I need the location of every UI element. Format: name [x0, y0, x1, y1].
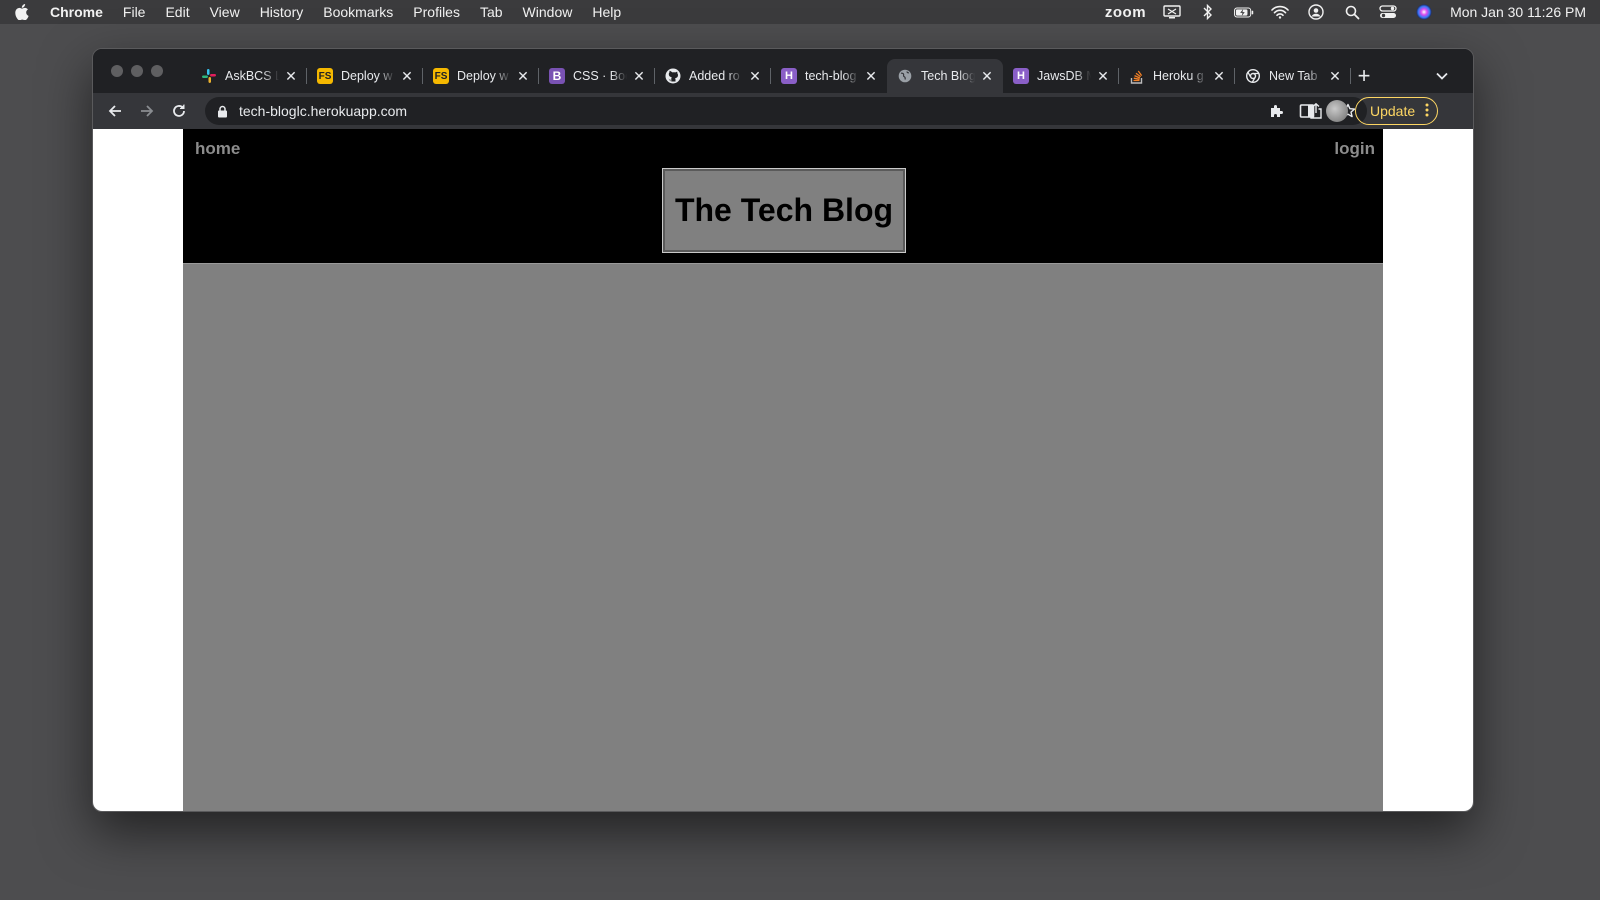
- siri-icon[interactable]: [1414, 4, 1434, 20]
- maximize-window-button[interactable]: [151, 65, 163, 77]
- close-window-button[interactable]: [111, 65, 123, 77]
- tab-askbcs[interactable]: AskBCS L ✕: [191, 59, 307, 93]
- menu-app-chrome[interactable]: Chrome: [50, 4, 103, 20]
- globe-icon: [897, 68, 913, 84]
- close-icon[interactable]: ✕: [747, 68, 763, 84]
- tab-heroku-tech-blog[interactable]: H tech-blog ✕: [771, 59, 887, 93]
- close-icon[interactable]: ✕: [283, 68, 299, 84]
- tab-title: Deploy w: [341, 69, 393, 83]
- apple-icon[interactable]: [14, 4, 30, 20]
- stackoverflow-icon: [1129, 68, 1145, 84]
- close-icon[interactable]: ✕: [1095, 68, 1111, 84]
- status-area: zoom Mon Jan 30 11:26 PM: [1105, 4, 1586, 21]
- side-panel-icon[interactable]: [1295, 97, 1319, 125]
- update-chrome-button[interactable]: Update: [1355, 97, 1439, 125]
- slack-icon: [201, 68, 217, 84]
- tab-title: AskBCS L: [225, 69, 279, 83]
- heroku-icon: H: [781, 68, 797, 84]
- tab-title: New Tab: [1269, 69, 1318, 83]
- tab-title: Added ro: [689, 69, 740, 83]
- close-icon[interactable]: ✕: [1211, 68, 1227, 84]
- tab-title: CSS · Boo: [573, 69, 627, 83]
- menu-bookmarks[interactable]: Bookmarks: [323, 4, 393, 20]
- tab-strip: AskBCS L ✕ FS Deploy w ✕ FS Deploy w ✕ B…: [93, 49, 1473, 93]
- wifi-icon[interactable]: [1270, 4, 1290, 20]
- menu-history[interactable]: History: [260, 4, 304, 20]
- tab-title: JawsDB M: [1037, 69, 1091, 83]
- forward-button[interactable]: [131, 97, 163, 125]
- menu-window[interactable]: Window: [523, 4, 573, 20]
- chrome-icon: [1245, 68, 1261, 84]
- tab-title: Heroku g: [1153, 69, 1204, 83]
- close-icon[interactable]: ✕: [863, 68, 879, 84]
- browser-window: AskBCS L ✕ FS Deploy w ✕ FS Deploy w ✕ B…: [92, 48, 1474, 812]
- battery-icon[interactable]: [1234, 4, 1254, 20]
- fs-icon: FS: [317, 68, 333, 84]
- update-label: Update: [1370, 103, 1416, 119]
- address-bar[interactable]: tech-bloglc.herokuapp.com: [205, 97, 1367, 125]
- profile-avatar[interactable]: [1325, 97, 1349, 125]
- reload-button[interactable]: [163, 97, 195, 125]
- close-icon[interactable]: ✕: [1327, 68, 1343, 84]
- screen-share-icon[interactable]: [1162, 4, 1182, 20]
- heroku-icon: H: [1013, 68, 1029, 84]
- tab-tech-blog-active[interactable]: Tech Blog ✕: [887, 59, 1003, 93]
- tech-blog-page: home login The Tech Blog: [183, 129, 1383, 811]
- site-title-box: The Tech Blog: [662, 168, 906, 253]
- browser-toolbar: tech-bloglc.herokuapp.com Update: [93, 93, 1473, 129]
- page-viewport: home login The Tech Blog: [93, 129, 1473, 811]
- window-controls: [111, 65, 163, 77]
- bluetooth-icon[interactable]: [1198, 4, 1218, 20]
- arrow-left-icon: [108, 105, 121, 117]
- toolbar-right-group: Update: [1265, 97, 1439, 125]
- menu-file[interactable]: File: [123, 4, 146, 20]
- zoom-status[interactable]: zoom: [1105, 4, 1146, 21]
- back-button[interactable]: [99, 97, 131, 125]
- tab-jawsdb[interactable]: H JawsDB M ✕: [1003, 59, 1119, 93]
- lock-icon[interactable]: [217, 104, 231, 118]
- nav-home-link[interactable]: home: [195, 139, 240, 159]
- new-tab-button[interactable]: +: [1351, 63, 1377, 89]
- user-account-icon[interactable]: [1306, 4, 1326, 20]
- tab-new-tab[interactable]: New Tab ✕: [1235, 59, 1351, 93]
- tab-heroku-stackoverflow[interactable]: Heroku g ✕: [1119, 59, 1235, 93]
- close-icon[interactable]: ✕: [399, 68, 415, 84]
- url-text[interactable]: tech-bloglc.herokuapp.com: [239, 103, 407, 119]
- close-icon[interactable]: ✕: [979, 68, 995, 84]
- close-icon[interactable]: ✕: [631, 68, 647, 84]
- tab-css-bootstrap[interactable]: B CSS · Boo ✕: [539, 59, 655, 93]
- nav-login-link[interactable]: login: [1334, 139, 1375, 159]
- tab-title: Deploy w: [457, 69, 509, 83]
- fs-icon: FS: [433, 68, 449, 84]
- control-center-icon[interactable]: [1378, 4, 1398, 20]
- reload-icon: [173, 104, 185, 117]
- spotlight-search-icon[interactable]: [1342, 4, 1362, 20]
- site-header: home login The Tech Blog: [183, 129, 1383, 264]
- tab-list: AskBCS L ✕ FS Deploy w ✕ FS Deploy w ✕ B…: [191, 59, 1351, 93]
- bootstrap-icon: B: [549, 68, 565, 84]
- github-icon: [665, 68, 681, 84]
- tab-github[interactable]: Added ro ✕: [655, 59, 771, 93]
- tab-search-chevron-down-icon[interactable]: [1431, 65, 1453, 87]
- site-title: The Tech Blog: [674, 192, 894, 228]
- menubar-clock[interactable]: Mon Jan 30 11:26 PM: [1450, 4, 1586, 20]
- menu-tab[interactable]: Tab: [480, 4, 503, 20]
- minimize-window-button[interactable]: [131, 65, 143, 77]
- menu-view[interactable]: View: [210, 4, 240, 20]
- menu-help[interactable]: Help: [592, 4, 621, 20]
- tab-title: tech-blog: [805, 69, 857, 83]
- menu-bar: Chrome File Edit View History Bookmarks …: [0, 0, 1600, 24]
- tab-deploy-1[interactable]: FS Deploy w ✕: [307, 59, 423, 93]
- extensions-puzzle-icon[interactable]: [1265, 97, 1289, 125]
- menu-profiles[interactable]: Profiles: [413, 4, 460, 20]
- menu-edit[interactable]: Edit: [165, 4, 189, 20]
- more-vertical-icon[interactable]: [1425, 103, 1429, 120]
- tab-title: Tech Blog: [921, 69, 975, 83]
- close-icon[interactable]: ✕: [515, 68, 531, 84]
- avatar: [1326, 100, 1348, 122]
- tab-deploy-2[interactable]: FS Deploy w ✕: [423, 59, 539, 93]
- arrow-right-icon: [141, 105, 154, 117]
